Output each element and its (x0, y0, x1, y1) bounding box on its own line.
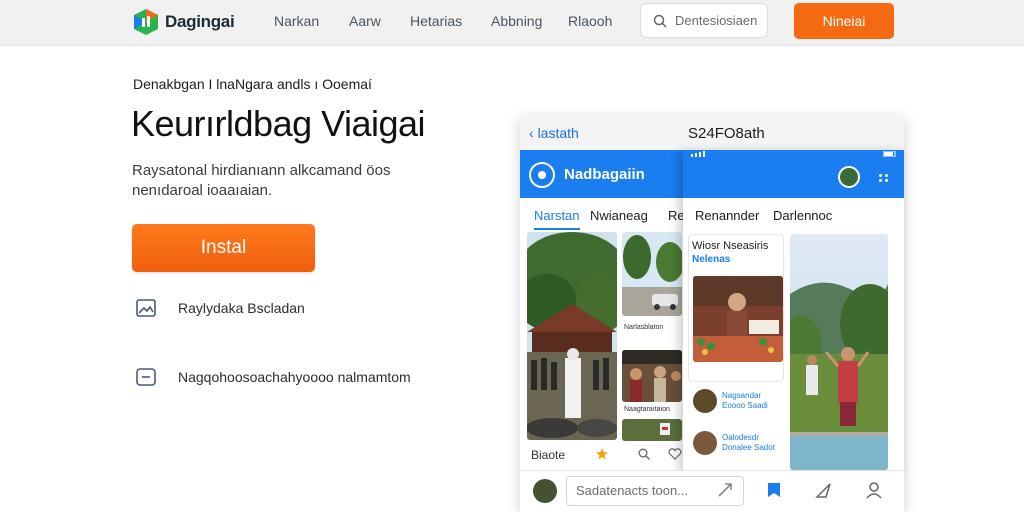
hero-headline: Keurırldbag Viaigai (131, 103, 426, 144)
card-subtitle: Nelenas (692, 254, 731, 265)
top-navigation-bar: Dagingai Narkan Aarw Hetarias Abbning Rl… (0, 0, 1024, 46)
nav-link-5[interactable]: Rlaooh (568, 13, 612, 29)
avatar (693, 431, 717, 455)
back-button[interactable]: ‹ lastath (529, 125, 579, 141)
brand-logo[interactable]: Dagingai (133, 8, 235, 36)
nav-link-4[interactable]: Abbning (491, 13, 542, 29)
list-item-text: Nagsandar Eoooo Saadi (722, 391, 768, 410)
card-title: Wiosr Nseasiris (692, 240, 769, 252)
nav-link-1[interactable]: Narkan (274, 13, 319, 29)
tab-recommended[interactable]: Renannder (695, 208, 759, 223)
feed-caption-1: Narlasblaton (624, 324, 664, 331)
avatar[interactable] (533, 479, 557, 503)
brand-name: Dagingai (165, 12, 235, 31)
profile-icon[interactable] (864, 480, 884, 500)
app-logo-icon (529, 162, 555, 188)
search-icon-small[interactable] (638, 448, 650, 460)
image-icon (136, 299, 156, 317)
grid-menu-icon[interactable] (879, 174, 889, 182)
feed-caption-block-2: Naagtaraıtaion (622, 404, 682, 418)
bookmark-icon[interactable] (764, 480, 784, 500)
search-icon (653, 14, 667, 28)
star-icon[interactable] (596, 448, 608, 460)
signal-icon (691, 151, 705, 157)
tab-second[interactable]: Nwianeag (590, 208, 648, 223)
install-button[interactable]: Instal (132, 224, 315, 272)
battery-icon (883, 151, 896, 157)
list-item-text: Oalodesdr Donalee Sadot (722, 433, 775, 452)
tab-active[interactable]: Narstan (534, 208, 580, 230)
feed-photo-small[interactable] (622, 419, 682, 441)
feature-label-2: Nagqohoosoachahyoooo nalmamtom (178, 369, 411, 385)
status-time: S24FO8ath (688, 125, 765, 142)
feed-caption-block: Narlasblaton (622, 320, 682, 348)
feed-photo-temple[interactable] (527, 232, 617, 440)
bottom-tab-label[interactable]: Biaote (531, 448, 565, 462)
tab-discover[interactable]: Darlennoc (773, 208, 832, 223)
search-input[interactable]: Dentesiosiaen (640, 3, 768, 38)
bottom-action-bar: Sadatenacts toon... (520, 470, 904, 512)
feed-photo-market[interactable] (622, 350, 682, 402)
feature-label-1: Raylydaka Bscladan (178, 300, 305, 316)
nav-link-3[interactable]: Hetarias (410, 13, 462, 29)
feature-item-2: Nagqohoosoachahyoooo nalmamtom (136, 368, 411, 386)
share-arrow-icon[interactable] (716, 480, 736, 500)
app-title: Nadbagaiin (564, 166, 645, 183)
feature-item-1: Raylydaka Bscladan (136, 299, 305, 317)
app-screenshot-overlay: Renannder Darlennoc Wiosr Nseasiris Nele… (683, 150, 904, 472)
logo-icon (134, 9, 158, 35)
feed-photo-street[interactable] (622, 232, 682, 316)
avatar (693, 389, 717, 413)
hero-subtext: Raysatonal hirdianıann alkcamand öos nen… (132, 162, 391, 199)
status-bar: ‹ lastath S24FO8ath (520, 116, 904, 150)
overlay-header (683, 150, 904, 198)
nav-link-2[interactable]: Aarw (349, 13, 381, 29)
list-item[interactable]: Nagsandar Eoooo Saadi (693, 382, 785, 420)
heart-icon[interactable] (668, 448, 682, 460)
send-icon[interactable] (814, 480, 834, 500)
card-photo-portrait[interactable] (693, 276, 783, 362)
search-placeholder: Dentesiosiaen (675, 13, 758, 28)
header-cta-button[interactable]: Nineiai (794, 3, 894, 39)
feed-caption-2: Naagtaraıtaion (624, 406, 670, 413)
avatar[interactable] (838, 166, 860, 188)
message-icon (136, 368, 156, 386)
list-item[interactable]: Oalodesdr Donalee Sadot (693, 424, 785, 462)
hero-eyebrow: Denakbgan I lnaNgara andls ı Ooemaí (133, 76, 372, 92)
feed-photo-dancer[interactable] (790, 234, 888, 470)
